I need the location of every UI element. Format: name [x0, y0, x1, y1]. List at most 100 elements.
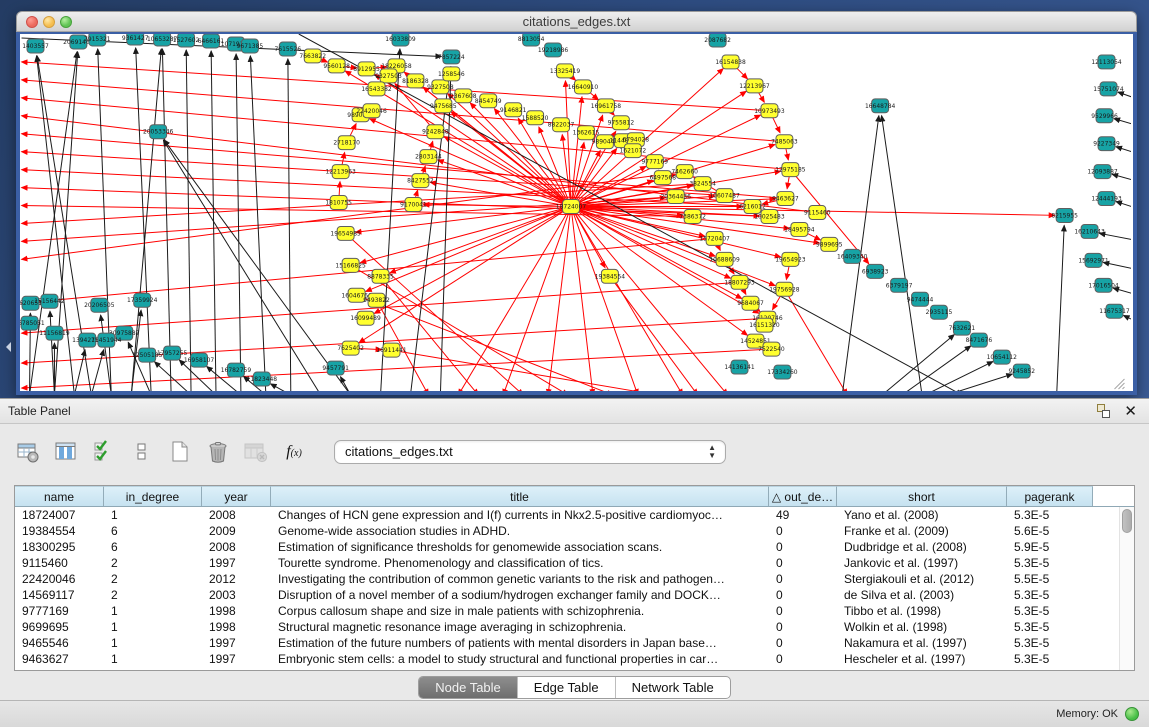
network-node[interactable]: 11823448 [247, 372, 278, 386]
network-node[interactable]: 19654985 [330, 226, 361, 240]
citation-edge-red[interactable] [571, 207, 781, 258]
network-node[interactable]: 17334260 [767, 365, 798, 379]
network-node[interactable]: 19384554 [595, 269, 626, 283]
network-canvas[interactable]: 1403557206914067915321936142710653287152… [16, 32, 1137, 395]
network-node[interactable]: 12975185 [775, 163, 806, 177]
table-row[interactable]: 946554611997Estimation of the future num… [15, 635, 1134, 651]
network-node[interactable]: 8215955 [1051, 209, 1078, 223]
node-table-header[interactable]: namein_degreeyeartitle△ out_de…shortpage… [15, 486, 1134, 507]
table-scrollbar-thumb[interactable] [1122, 509, 1132, 533]
window-minimize-icon[interactable] [43, 16, 55, 28]
network-node[interactable]: 9227349 [1093, 137, 1120, 151]
column-header-title[interactable]: title [271, 486, 769, 506]
citation-edge-black[interactable] [186, 50, 191, 393]
citation-edge-black[interactable] [236, 54, 241, 393]
citation-edge-black[interactable] [1057, 225, 1065, 393]
network-node[interactable]: 16210643 [1074, 224, 1105, 238]
show-columns-icon[interactable] [52, 438, 80, 466]
network-node[interactable]: 8813054 [518, 34, 545, 46]
window-zoom-icon[interactable] [60, 16, 72, 28]
citation-edge-black[interactable] [131, 49, 161, 393]
network-node[interactable]: 7615526 [275, 42, 302, 56]
table-row[interactable]: 969969511998Structural magnetic resonanc… [15, 619, 1134, 635]
network-node[interactable]: 1258546 [438, 67, 465, 81]
network-node[interactable]: 16785051 [20, 316, 45, 330]
network-node[interactable]: 17016504 [1088, 278, 1119, 292]
close-panel-icon[interactable]: ✕ [1124, 404, 1137, 419]
network-node[interactable]: 20053346 [143, 125, 174, 139]
network-node[interactable]: 8471676 [966, 333, 993, 347]
table-row[interactable]: 1872400712008Changes of HCN gene express… [15, 507, 1134, 523]
citation-edge-black[interactable] [1124, 315, 1131, 319]
network-node[interactable]: 20206505 [84, 298, 115, 312]
network-node[interactable]: 12093887 [1087, 165, 1118, 179]
tab-edge-table[interactable]: Edge Table [518, 677, 616, 698]
table-row[interactable]: 1830029562008Estimation of significance … [15, 539, 1134, 555]
network-node[interactable]: 7632621 [949, 321, 976, 335]
network-node[interactable]: 19654923 [775, 252, 806, 266]
citation-edge-black[interactable] [74, 350, 85, 393]
network-node[interactable]: 14136141 [724, 360, 755, 374]
citation-edge-black[interactable] [341, 377, 351, 393]
network-node[interactable]: 16911441 [376, 343, 407, 357]
network-node[interactable]: 17359924 [127, 293, 158, 307]
network-node[interactable]: 10688609 [709, 252, 740, 266]
collapse-west-panel-icon[interactable] [1, 342, 11, 352]
citation-network-graph[interactable]: 1403557206914067915321936142710653287152… [20, 34, 1131, 393]
citation-edge-red[interactable] [351, 265, 568, 393]
table-row[interactable]: 1938455462009Genome-wide association stu… [15, 523, 1134, 539]
network-node[interactable]: 1403557 [22, 39, 49, 53]
delete-column-icon[interactable] [204, 438, 232, 466]
network-node[interactable]: 16154838 [715, 55, 746, 69]
network-node[interactable]: 1362615 [573, 126, 600, 140]
citation-edge-red[interactable] [390, 207, 571, 273]
citation-edge-black[interactable] [136, 48, 152, 393]
citation-edge-black[interactable] [882, 335, 954, 393]
network-node[interactable]: 16782759 [221, 363, 252, 377]
network-node[interactable]: 16640910 [568, 80, 599, 94]
network-node[interactable]: 12113054 [1091, 55, 1122, 69]
column-header-in_degree[interactable]: in_degree [104, 486, 202, 506]
network-node[interactable]: 8186328 [402, 74, 429, 88]
network-table-select[interactable]: citations_edges.txt ▲▼ [334, 440, 726, 464]
network-node[interactable]: 9474444 [907, 292, 934, 306]
column-header-pagerank[interactable]: pagerank [1007, 486, 1093, 506]
network-node[interactable]: 7485063 [771, 135, 798, 149]
table-row[interactable]: 1456911722003Disruption of a novel membe… [15, 587, 1134, 603]
network-view-window[interactable]: citations_edges.txt 14035572069140679153… [16, 11, 1137, 395]
network-node[interactable]: 2087682 [704, 34, 731, 47]
network-node[interactable]: 1810755 [325, 196, 352, 210]
column-header-name[interactable]: name [15, 486, 104, 506]
network-node[interactable]: 7625402 [337, 341, 364, 355]
table-row[interactable]: 2242004622012Investigating the contribut… [15, 571, 1134, 587]
network-node[interactable]: 9463627 [772, 192, 799, 206]
citation-edge-black[interactable] [91, 350, 103, 393]
network-node[interactable]: 16958107 [184, 353, 215, 367]
network-node[interactable]: 12213963 [325, 165, 356, 179]
network-node[interactable]: 19218986 [538, 43, 569, 57]
function-builder-icon[interactable]: f(x) [280, 438, 308, 466]
citation-edge-red[interactable] [392, 350, 658, 393]
column-header-out_degree[interactable]: △ out_de… [769, 486, 837, 506]
network-node[interactable]: 16099489 [350, 311, 381, 325]
network-node[interactable]: 15166825 [335, 258, 366, 272]
network-node[interactable]: 7857224 [438, 50, 465, 64]
row-height-icon[interactable] [128, 438, 156, 466]
citation-edge-red[interactable] [22, 170, 753, 207]
column-header-short[interactable]: short [837, 486, 1007, 506]
network-node[interactable]: 12213967 [739, 79, 770, 93]
network-node[interactable]: 19756928 [769, 282, 800, 296]
citation-edge-black[interactable] [162, 49, 171, 393]
selection-mode-icon[interactable] [90, 438, 118, 466]
citation-edge-red[interactable] [571, 207, 593, 393]
citation-edge-black[interactable] [37, 56, 75, 393]
table-row[interactable]: 946362711997Embryonic stem cells: a mode… [15, 651, 1134, 667]
network-node[interactable]: 2718170 [333, 136, 360, 150]
tab-node-table[interactable]: Node Table [419, 677, 518, 698]
network-node[interactable]: 9115460 [804, 206, 831, 220]
table-scrollbar[interactable] [1119, 507, 1134, 670]
network-node[interactable]: 12444193 [1091, 192, 1122, 206]
citation-edge-black[interactable] [947, 374, 1012, 393]
network-node[interactable]: 13325419 [550, 64, 581, 78]
network-node[interactable]: 9560128 [323, 59, 350, 73]
